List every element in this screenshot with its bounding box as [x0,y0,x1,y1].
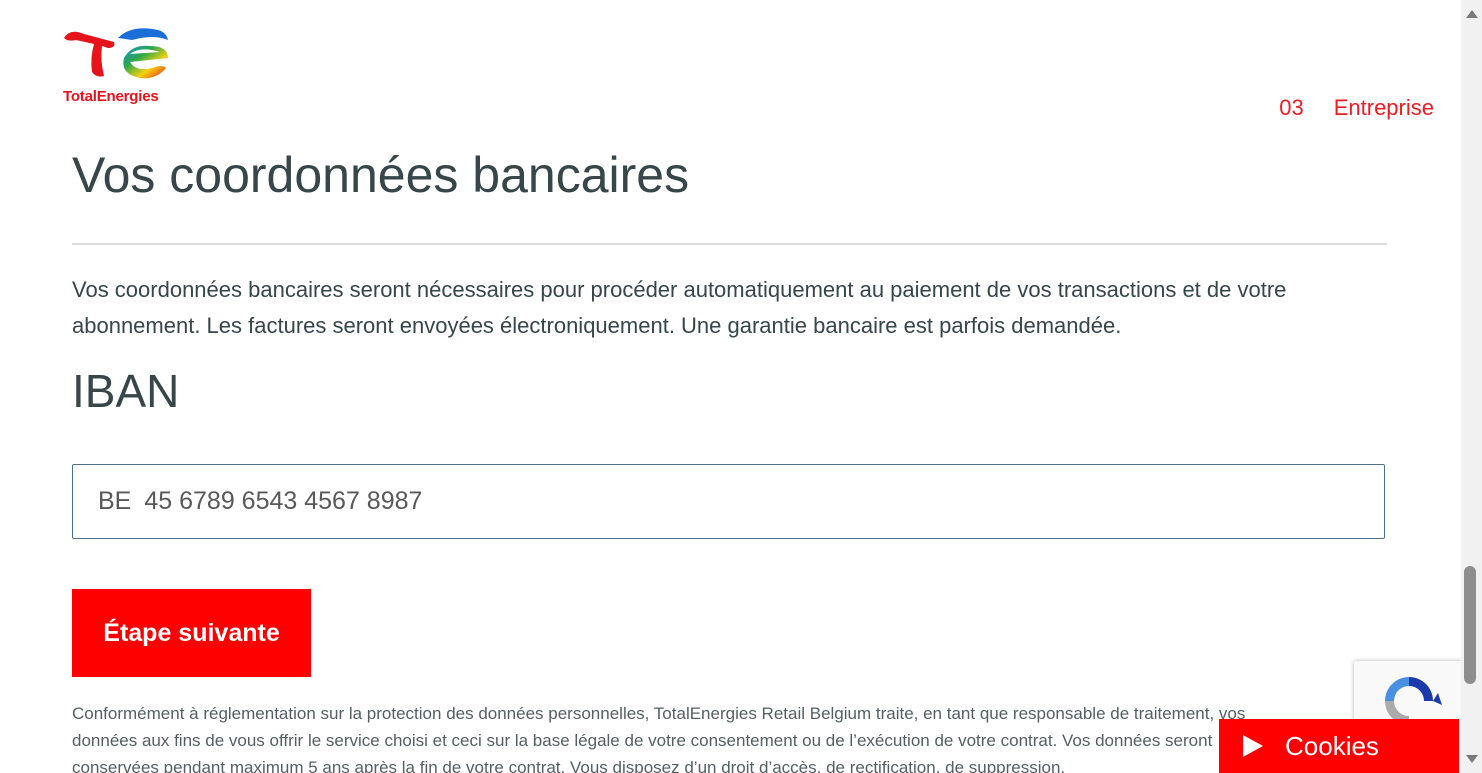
iban-country-prefix: BE [98,487,132,515]
brand-logo[interactable]: TotalEnergies [62,24,174,108]
legal-notice: Conformément à réglementation sur la pro… [72,704,1246,773]
cookies-button[interactable]: Cookies [1219,719,1459,773]
brand-name: TotalEnergies [63,88,159,105]
iban-heading: IBAN [72,365,180,417]
iban-value[interactable]: 45 6789 6543 4567 8987 [144,487,422,516]
page: TotalEnergies 03 Entreprise Vos coordonn… [0,0,1482,773]
scroll-up-icon[interactable] [1466,10,1478,18]
nav-step-number[interactable]: 03 [1279,95,1303,121]
next-step-button[interactable]: Étape suivante [72,589,311,677]
step-nav: 03 Entreprise [1279,95,1434,121]
vertical-scrollbar[interactable] [1461,0,1482,773]
scroll-thumb[interactable] [1464,566,1476,684]
intro-text: Vos coordonnées bancaires seront nécessa… [72,277,1287,338]
iban-input[interactable]: BE 45 6789 6543 4567 8987 [72,464,1385,539]
nav-step-label[interactable]: Entreprise [1334,95,1434,121]
totalenergies-logo-icon [64,28,168,79]
page-title: Vos coordonnées bancaires [72,147,690,203]
title-divider [72,243,1387,245]
play-icon [1243,735,1263,757]
cookies-label: Cookies [1285,730,1379,761]
scroll-down-icon[interactable] [1466,755,1478,763]
